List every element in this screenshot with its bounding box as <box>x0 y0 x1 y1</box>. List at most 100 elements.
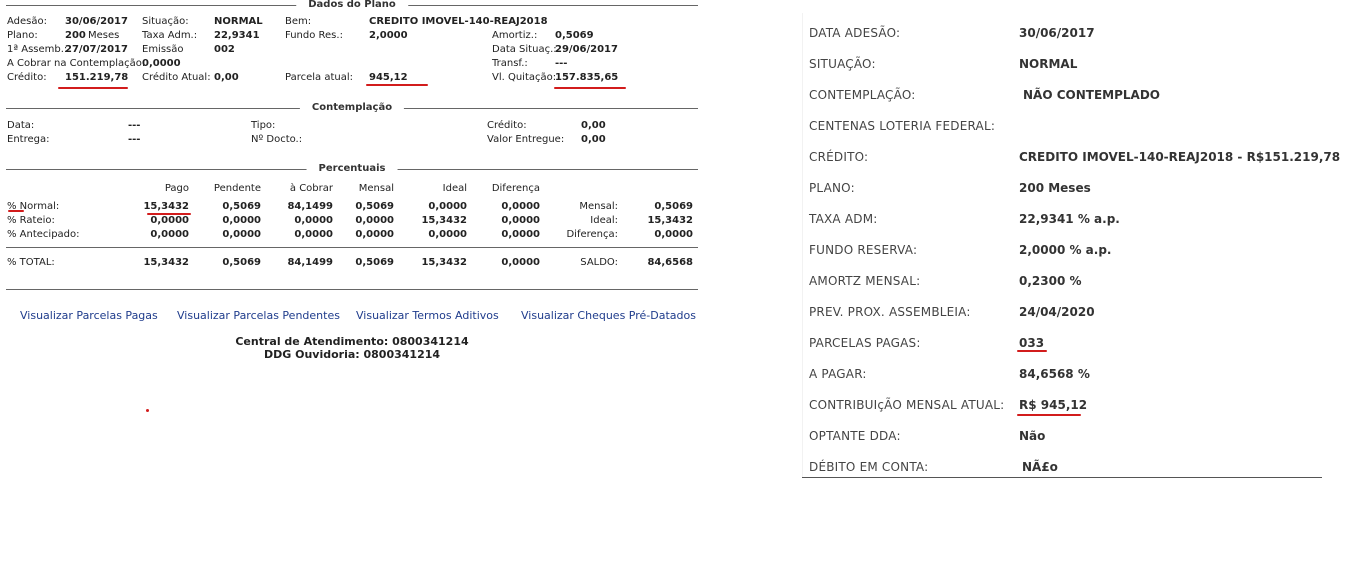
annotation-mark <box>8 210 24 212</box>
summary-label: DATA ADESÃO: <box>809 26 901 40</box>
valor-entregue-value: 0,00 <box>581 134 606 145</box>
summary-value: 22,9341 % a.p. <box>1019 212 1120 226</box>
side-value: 15,3432 <box>647 215 693 226</box>
contemplacao-entrega-label: Entrega: <box>7 134 50 145</box>
emissao-value: 002 <box>214 44 235 55</box>
credito-atual-label: Crédito Atual: <box>142 72 211 83</box>
annotation-underline <box>366 84 428 86</box>
cell-a-cobrar: 0,0000 <box>294 229 333 240</box>
parcela-value: 945,12 <box>369 72 408 83</box>
cell-diferenca: 0,0000 <box>501 229 540 240</box>
emissao-label: Emissão <box>142 44 184 55</box>
summary-label: SITUAÇÃO: <box>809 57 876 71</box>
summary-value: 84,6568 % <box>1019 367 1090 381</box>
summary-label: AMORTZ MENSAL: <box>809 274 921 288</box>
assemb-value: 27/07/2017 <box>65 44 128 55</box>
cell-diferenca: 0,0000 <box>501 215 540 226</box>
ddg-ouvidoria: DDG Ouvidoria: 0800341214 <box>263 348 441 361</box>
valor-entregue-label: Valor Entregue: <box>487 134 565 145</box>
contemplacao-tipo-label: Tipo: <box>251 120 276 131</box>
contemplacao-entrega-value: --- <box>128 134 141 145</box>
cell-a-cobrar: 84,1499 <box>287 201 333 212</box>
panel-border <box>802 13 803 477</box>
dados-plano-header: Dados do Plano <box>6 0 698 11</box>
bem-label: Bem: <box>285 16 312 27</box>
contemplacao-title: Contemplação <box>299 102 405 114</box>
summary-bottom-rule <box>802 477 1322 478</box>
side-label: Diferença: <box>566 229 618 240</box>
col-header: Pendente <box>213 183 261 194</box>
cell-pago: 0,0000 <box>150 229 189 240</box>
summary-label: PARCELAS PAGAS: <box>809 336 921 350</box>
parcela-label: Parcela atual: <box>285 72 353 83</box>
situacao-value: NORMAL <box>214 16 263 27</box>
col-header: Diferença <box>491 183 540 194</box>
summary-label: TAXA ADM: <box>809 212 878 226</box>
cell-ideal: 15,3432 <box>421 257 467 268</box>
summary-label: A PAGAR: <box>809 367 867 381</box>
fundo-value: 2,0000 <box>369 30 408 41</box>
link-termos-aditivos[interactable]: Visualizar Termos Aditivos <box>356 309 499 322</box>
summary-value: 0,2300 % <box>1019 274 1082 288</box>
amortiz-label: Amortiz.: <box>492 30 538 41</box>
summary-label: CONTRIBUIçÃO MENSAL ATUAL: <box>809 398 1005 412</box>
link-parcelas-pagas[interactable]: Visualizar Parcelas Pagas <box>20 309 158 322</box>
summary-value: Não <box>1019 429 1046 443</box>
annotation-underline <box>58 87 128 89</box>
percentuais-title: Percentuais <box>306 163 398 175</box>
dados-plano-title: Dados do Plano <box>296 0 408 11</box>
situacao-label: Situação: <box>142 16 189 27</box>
summary-label: PLANO: <box>809 181 855 195</box>
cell-a-cobrar: 0,0000 <box>294 215 333 226</box>
cell-mensal: 0,5069 <box>355 201 394 212</box>
cell-mensal: 0,0000 <box>355 229 394 240</box>
cell-a-cobrar: 84,1499 <box>287 257 333 268</box>
contemplacao-credito-label: Crédito: <box>487 120 527 131</box>
summary-value: 033 <box>1019 336 1045 350</box>
transf-value: --- <box>555 58 568 69</box>
taxa-label: Taxa Adm.: <box>142 30 198 41</box>
link-parcelas-pendentes[interactable]: Visualizar Parcelas Pendentes <box>177 309 340 322</box>
cell-diferenca: 0,0000 <box>501 257 540 268</box>
divider <box>6 289 698 290</box>
cell-pendente: 0,5069 <box>222 257 261 268</box>
side-label: Ideal: <box>590 215 618 226</box>
summary-value: 30/06/2017 <box>1019 26 1095 40</box>
divider <box>6 247 698 248</box>
cell-pendente: 0,0000 <box>222 229 261 240</box>
side-value: 0,0000 <box>654 229 693 240</box>
cell-ideal: 0,0000 <box>428 201 467 212</box>
quitacao-value: 157.835,65 <box>555 72 619 83</box>
contemplacao-data-label: Data: <box>7 120 35 131</box>
contemplacao-docto-label: Nº Docto.: <box>251 134 303 145</box>
col-header: à Cobrar <box>289 183 333 194</box>
contemplacao-header: Contemplação <box>6 102 698 114</box>
credito-value: 151.219,78 <box>65 72 129 83</box>
col-header: Ideal <box>442 183 467 194</box>
cell-pendente: 0,0000 <box>222 215 261 226</box>
bem-value: CREDITO IMOVEL-140-REAJ2018 <box>369 16 548 27</box>
adesao-value: 30/06/2017 <box>65 16 128 27</box>
cell-ideal: 0,0000 <box>428 229 467 240</box>
summary-label: OPTANTE DDA: <box>809 429 901 443</box>
cell-pago: 0,0000 <box>150 215 189 226</box>
central-atendimento: Central de Atendimento: 0800341214 <box>235 335 469 348</box>
side-value: 84,6568 <box>647 257 693 268</box>
summary-value: NÃO CONTEMPLADO <box>1023 88 1160 102</box>
annotation-dot <box>146 409 149 412</box>
annotation-underline <box>147 213 191 215</box>
summary-label: DÉBITO EM CONTA: <box>809 460 929 474</box>
quitacao-label: Vl. Quitação: <box>492 72 557 83</box>
assemb-label: 1ª Assemb.: <box>7 44 68 55</box>
plano-value: 200 <box>65 30 86 41</box>
summary-label: PREV. PROX. ASSEMBLEIA: <box>809 305 971 319</box>
fundo-label: Fundo Res.: <box>285 30 343 41</box>
link-cheques-pre-datados[interactable]: Visualizar Cheques Pré-Datados <box>521 309 696 322</box>
summary-value: NORMAL <box>1019 57 1078 71</box>
cell-mensal: 0,5069 <box>355 257 394 268</box>
cell-diferenca: 0,0000 <box>501 201 540 212</box>
summary-label: CONTEMPLAÇÃO: <box>809 88 916 102</box>
credito-atual-value: 0,00 <box>214 72 239 83</box>
amortiz-value: 0,5069 <box>555 30 594 41</box>
percentuais-header: Percentuais <box>6 163 698 175</box>
